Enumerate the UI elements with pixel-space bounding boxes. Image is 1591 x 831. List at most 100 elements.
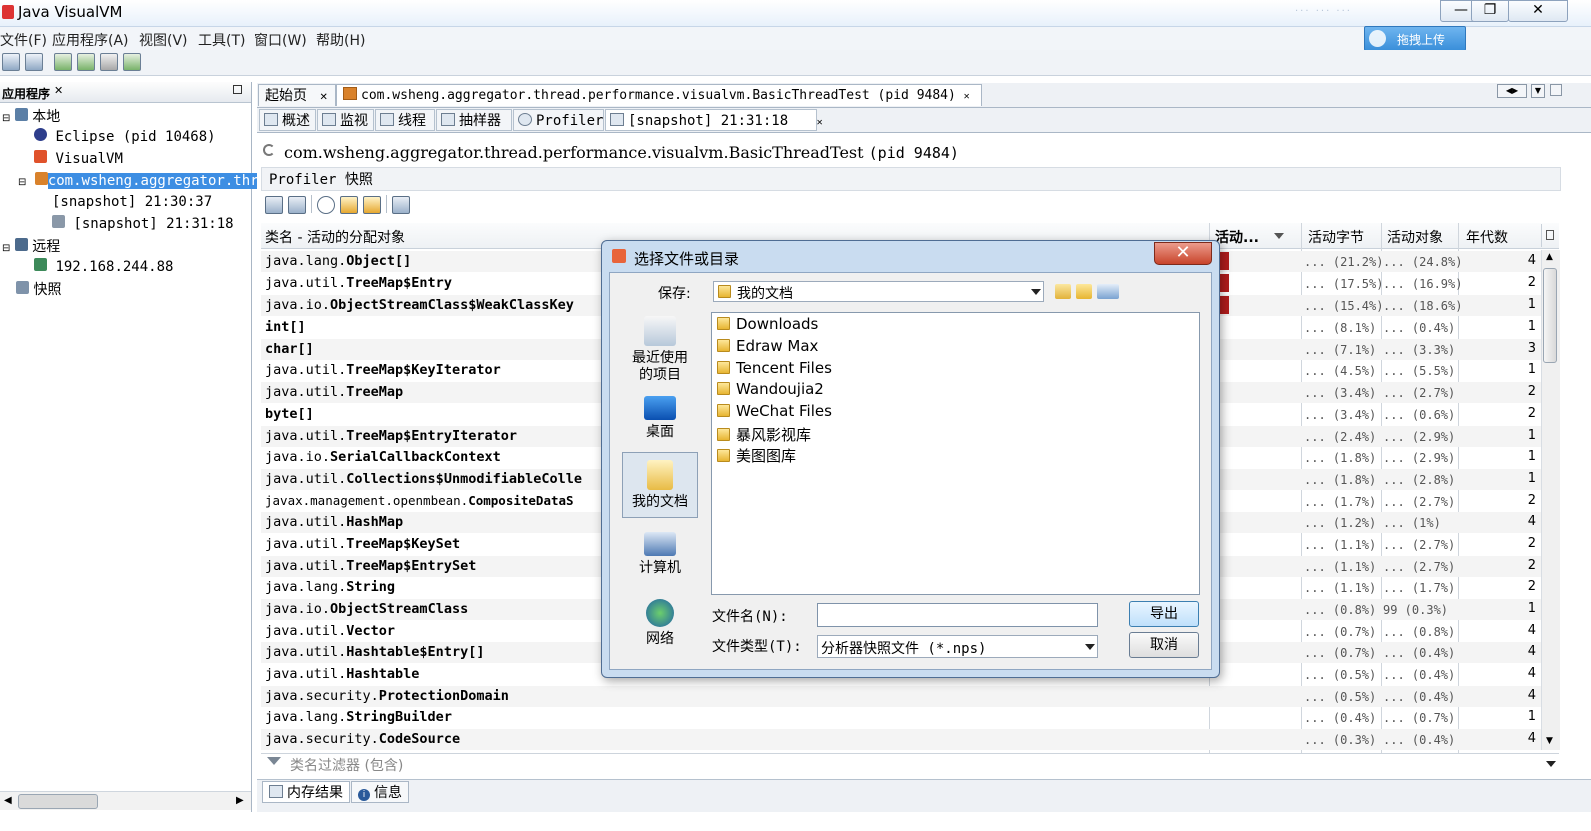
minimize-panel-icon[interactable] — [233, 85, 242, 94]
list-item[interactable]: Downloads — [717, 315, 818, 333]
maximize-editor-icon[interactable] — [1550, 84, 1562, 96]
place-my-documents[interactable]: 我的文档 — [621, 460, 699, 511]
close-window-button[interactable]: ✕ — [1508, 0, 1568, 22]
restore-button[interactable]: ❐ — [1471, 0, 1509, 22]
cancel-button[interactable]: 取消 — [1129, 632, 1199, 658]
tab-memory-results[interactable]: 内存结果 — [262, 781, 350, 803]
menu-help[interactable]: 帮助(H) — [316, 30, 365, 50]
snapshot-icon[interactable] — [123, 53, 141, 71]
filter-dropdown-icon[interactable] — [1546, 761, 1556, 767]
tab-snapshot[interactable]: [snapshot] 21:31:18 ✕ — [605, 109, 823, 131]
tab-threads[interactable]: 线程 — [375, 109, 435, 131]
find-icon[interactable] — [317, 196, 335, 214]
list-item[interactable]: 美图图库 — [717, 445, 796, 466]
live-bytes: ... (17.5%) — [1304, 277, 1384, 291]
eclipse-icon — [34, 128, 47, 141]
save-icon[interactable] — [25, 53, 43, 71]
tree-node-visualvm[interactable]: VisualVM — [34, 150, 123, 167]
export-button[interactable]: 导出 — [1129, 601, 1199, 627]
menu-file[interactable]: 文件(F) — [0, 30, 47, 50]
tree-node-remote[interactable]: ⊟ 远程 — [2, 236, 60, 256]
list-item[interactable]: 暴风影视库 — [717, 424, 811, 445]
column-header-generations[interactable]: 年代数 — [1466, 227, 1508, 247]
close-panel-icon[interactable]: ✕ — [54, 84, 63, 97]
tree-node-local[interactable]: ⊟ 本地 — [2, 106, 60, 126]
class-name: TreeMap$KeyIterator — [346, 362, 501, 378]
tab-list-dropdown-icon[interactable]: ▼ — [1531, 84, 1545, 98]
list-item[interactable]: Tencent Files — [717, 359, 832, 377]
open-file-icon[interactable] — [2, 53, 20, 71]
up-folder-icon[interactable] — [1055, 284, 1071, 299]
tab-scroll-arrows[interactable]: ◀▶ — [1497, 84, 1527, 98]
add-jmx-connection-icon[interactable] — [54, 53, 72, 71]
menu-window[interactable]: 窗口(W) — [254, 30, 307, 50]
table-row[interactable]: java.security.ProtectionDomain ... (0.5%)… — [261, 686, 1541, 707]
file-name-input[interactable] — [817, 603, 1098, 627]
export-snapshot-icon[interactable] — [288, 196, 306, 214]
find-previous-icon[interactable] — [340, 196, 358, 214]
tab-monitor[interactable]: 监视 — [317, 109, 374, 131]
scroll-up-icon[interactable]: ▲ — [1546, 252, 1553, 262]
remote-hosts-icon — [14, 238, 28, 251]
live-objects: ... (2.9%) — [1383, 430, 1456, 444]
table-row[interactable]: java.lang.StringBuilder ... (0.4%) ... (0.… — [261, 707, 1541, 728]
tab-profiler[interactable]: Profiler — [513, 109, 604, 131]
scroll-down-icon[interactable]: ▼ — [1546, 736, 1553, 746]
tree-node-remote-host[interactable]: 192.168.244.88 — [34, 258, 173, 275]
column-chooser-button[interactable] — [1541, 224, 1559, 247]
scroll-left-icon[interactable]: ◀ — [4, 795, 12, 806]
menu-application[interactable]: 应用程序(A) — [52, 30, 129, 50]
place-network[interactable]: 网络 — [621, 599, 699, 648]
column-header-live-bytes[interactable]: 活动字节 — [1308, 227, 1364, 247]
column-header-live-objects[interactable]: 活动对象 — [1387, 227, 1443, 247]
close-tab-icon[interactable]: ✕ — [964, 91, 970, 102]
new-folder-icon[interactable] — [1076, 284, 1092, 299]
tree-node-snapshots[interactable]: 快照 — [16, 279, 61, 299]
package-name: java.lang. — [265, 253, 347, 269]
live-bytes: ... (0.4%) — [1304, 711, 1377, 725]
tree-node-basic-thread-test[interactable]: ⊟ com.wsheng.aggregator.thr — [18, 172, 259, 189]
place-computer[interactable]: 计算机 — [621, 532, 699, 577]
core-dump-icon[interactable] — [100, 53, 118, 71]
drag-upload-button[interactable]: 拖拽上传 — [1364, 26, 1466, 51]
tab-info[interactable]: i 信息 — [351, 781, 409, 803]
snapshot-info-icon[interactable] — [392, 196, 410, 214]
table-scroll-thumb[interactable] — [1543, 268, 1557, 363]
tree-label: [snapshot] 21:31:18 — [73, 216, 234, 232]
left-panel-horizontal-scrollbar[interactable]: ◀ ▶ — [0, 791, 251, 810]
place-label: 我的文档 — [632, 494, 688, 510]
heap-dump-icon[interactable] — [77, 53, 95, 71]
tab-start-page[interactable]: 起始页 ✕ — [258, 84, 336, 106]
close-tab-icon[interactable]: ✕ — [319, 92, 327, 103]
close-tab-icon[interactable]: ✕ — [817, 117, 823, 128]
menu-tools[interactable]: 工具(T) — [198, 30, 245, 50]
column-header-class-name[interactable]: 类名 - 活动的分配对象 — [265, 227, 405, 247]
tree-node-snapshot-1[interactable]: [snapshot] 21:30:37 — [52, 194, 212, 210]
scroll-right-icon[interactable]: ▶ — [236, 795, 244, 806]
menu-view[interactable]: 视图(V) — [139, 30, 188, 50]
memory-results-icon — [269, 785, 283, 798]
left-panel-scroll-thumb[interactable] — [18, 794, 98, 809]
tab-overview[interactable]: 概述 — [259, 109, 316, 131]
view-menu-icon[interactable] — [1097, 284, 1119, 299]
table-row[interactable]: java.security.CodeSource ... (0.3%) ... (0… — [261, 729, 1541, 750]
tree-node-snapshot-2[interactable]: [snapshot] 21:31:18 — [52, 215, 234, 232]
column-header-live-pct[interactable]: 活动... — [1215, 227, 1259, 247]
class-name: ProtectionDomain — [378, 688, 509, 704]
list-item[interactable]: Edraw Max — [717, 337, 818, 355]
find-next-icon[interactable] — [363, 196, 381, 214]
class-filter-bar[interactable] — [261, 753, 1559, 776]
dialog-close-button[interactable]: ✕ — [1154, 242, 1212, 265]
class-filter-input[interactable]: 类名过滤器 (包含) — [290, 755, 403, 775]
list-item[interactable]: Wandoujia2 — [717, 380, 824, 398]
tree-node-eclipse[interactable]: Eclipse (pid 10468) — [34, 128, 216, 145]
snapshot-icon — [52, 215, 65, 228]
file-name: Wandoujia2 — [736, 380, 824, 398]
save-snapshot-icon[interactable] — [265, 196, 283, 214]
tab-sampler[interactable]: 抽样器 — [436, 109, 512, 131]
place-desktop[interactable]: 桌面 — [621, 396, 699, 441]
filter-icon[interactable] — [267, 757, 281, 765]
tab-basic-thread-test[interactable]: com.wsheng.aggregator.thread.performance… — [336, 84, 982, 106]
place-recent[interactable]: 最近使用 的项目 — [621, 316, 699, 384]
list-item[interactable]: WeChat Files — [717, 402, 832, 420]
